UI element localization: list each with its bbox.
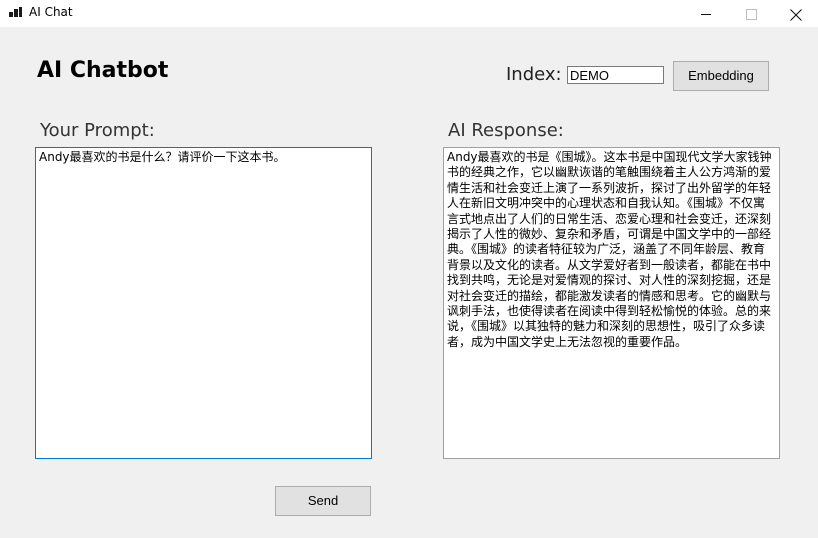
app-icon [9,7,22,18]
close-icon [790,8,802,21]
prompt-label: Your Prompt: [40,120,155,141]
send-button[interactable]: Send [275,486,371,516]
close-button[interactable] [773,0,818,27]
index-input[interactable] [567,66,664,84]
maximize-icon [745,9,757,20]
window-title: AI Chat [29,5,73,19]
index-label: Index: [506,64,562,85]
minimize-button[interactable] [683,0,729,27]
prompt-input[interactable]: Andy最喜欢的书是什么？请评价一下这本书。 [35,147,372,459]
maximize-button[interactable] [728,0,774,27]
response-output[interactable]: Andy最喜欢的书是《围城》。这本书是中国现代文学大家钱钟书的经典之作，它以幽默… [443,147,780,459]
app-heading: AI Chatbot [37,58,169,83]
embedding-button[interactable]: Embedding [673,61,769,91]
minimize-icon [701,14,711,15]
title-bar: AI Chat [0,0,818,27]
response-label: AI Response: [448,120,564,141]
